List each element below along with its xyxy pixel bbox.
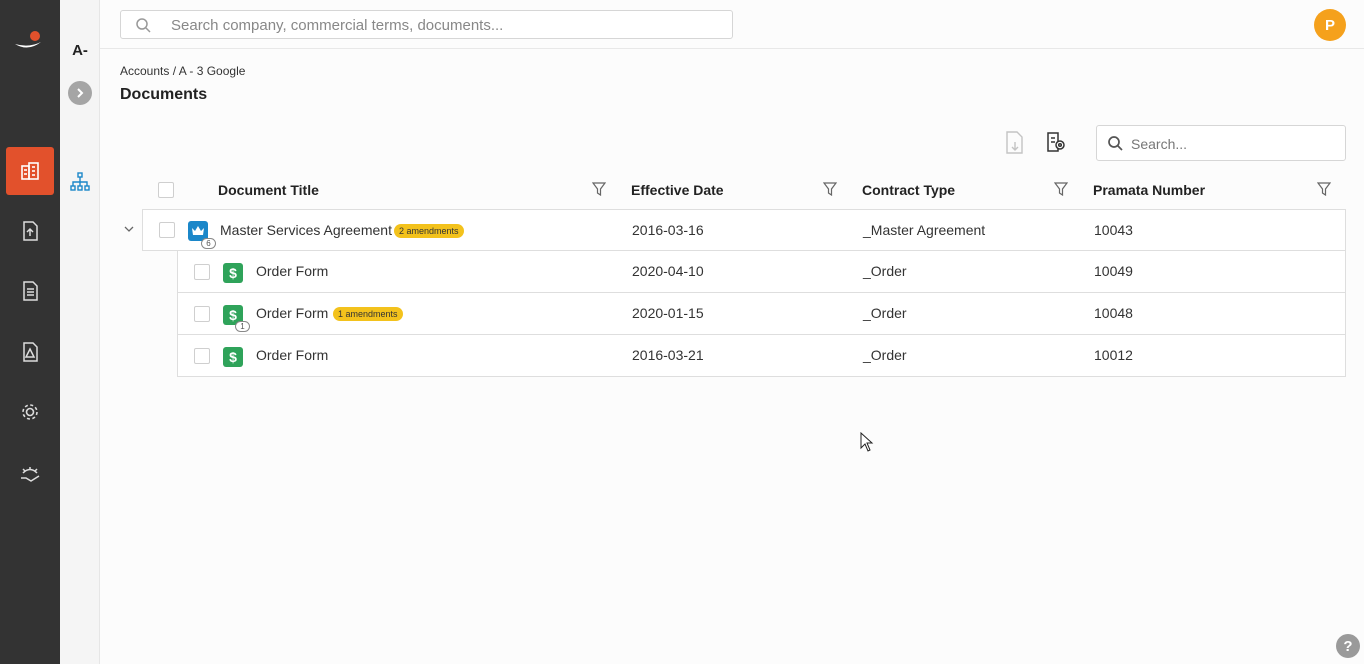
mouse-cursor-icon: [860, 432, 874, 452]
table-row[interactable]: $ Order Form 2020-04-10 _Order 10049: [177, 251, 1346, 293]
alerts-icon[interactable]: [6, 328, 54, 376]
user-avatar[interactable]: P: [1314, 9, 1346, 41]
search-icon: [136, 18, 151, 33]
column-header-date[interactable]: Effective Date: [631, 182, 724, 198]
document-title-link[interactable]: Order Form: [256, 263, 328, 279]
effective-date: 2020-04-10: [632, 263, 704, 279]
handshake-icon[interactable]: [6, 450, 54, 498]
child-count-badge: 6: [201, 238, 216, 249]
contract-type: _Order: [863, 263, 907, 279]
select-all-checkbox[interactable]: [158, 182, 174, 198]
table-row[interactable]: $ 1 Order Form 1 amendments 2020-01-15 _…: [177, 293, 1346, 335]
effective-date: 2016-03-21: [632, 347, 704, 363]
row-checkbox[interactable]: [194, 264, 210, 280]
contract-type: _Order: [863, 347, 907, 363]
column-header-title[interactable]: Document Title: [218, 182, 319, 198]
effective-date: 2020-01-15: [632, 305, 704, 321]
pramata-number: 10048: [1094, 305, 1133, 321]
document-settings-button[interactable]: [1043, 129, 1069, 157]
filter-icon[interactable]: [1054, 182, 1068, 196]
settings-icon[interactable]: [6, 388, 54, 436]
export-pdf-icon: [1006, 131, 1023, 154]
chevron-right-icon: [77, 88, 84, 98]
accounts-icon[interactable]: [6, 147, 54, 195]
top-bar: P: [100, 0, 1364, 49]
logo[interactable]: [13, 30, 43, 52]
table-row[interactable]: 6 Master Services Agreement 2 amendments…: [142, 209, 1346, 251]
account-sub-nav: A-: [60, 0, 100, 664]
left-rail: [0, 0, 60, 664]
table-header: Document Title Effective Date Contract T…: [142, 172, 1346, 210]
column-header-number[interactable]: Pramata Number: [1093, 182, 1205, 198]
page-title: Documents: [120, 86, 208, 103]
contract-type: _Master Agreement: [863, 222, 986, 238]
export-pdf-button[interactable]: [1002, 129, 1028, 157]
filter-icon[interactable]: [1317, 182, 1331, 196]
global-search: [120, 10, 733, 39]
chevron-down-icon[interactable]: [124, 224, 134, 234]
row-checkbox[interactable]: [194, 348, 210, 364]
document-title-link[interactable]: Order Form: [256, 305, 328, 321]
contract-type: _Order: [863, 305, 907, 321]
global-search-input[interactable]: [171, 15, 721, 35]
column-header-type[interactable]: Contract Type: [862, 182, 955, 198]
row-checkbox[interactable]: [194, 306, 210, 322]
document-search-input[interactable]: [1131, 134, 1331, 154]
document-title-link[interactable]: Order Form: [256, 347, 328, 363]
dollar-icon: $: [223, 347, 243, 367]
pramata-number: 10012: [1094, 347, 1133, 363]
child-count-badge: 1: [235, 321, 250, 332]
filter-icon[interactable]: [823, 182, 837, 196]
dollar-icon: $: [223, 263, 243, 283]
effective-date: 2016-03-16: [632, 222, 704, 238]
expand-sidebar-button[interactable]: [68, 81, 92, 105]
document-title-link[interactable]: Master Services Agreement: [220, 222, 392, 238]
upload-document-icon[interactable]: [6, 207, 54, 255]
table-row[interactable]: $ Order Form 2016-03-21 _Order 10012: [177, 335, 1346, 377]
reports-icon[interactable]: [6, 267, 54, 315]
row-checkbox[interactable]: [159, 222, 175, 238]
hierarchy-icon[interactable]: [70, 172, 90, 192]
filter-icon[interactable]: [592, 182, 606, 196]
amendments-badge: 2 amendments: [394, 224, 464, 238]
pramata-number: 10049: [1094, 263, 1133, 279]
breadcrumb[interactable]: Accounts / A - 3 Google: [120, 64, 245, 78]
document-settings-icon: [1047, 132, 1065, 152]
help-icon[interactable]: ?: [1336, 634, 1360, 658]
amendments-badge: 1 amendments: [333, 307, 403, 321]
document-search: [1096, 125, 1346, 161]
pramata-number: 10043: [1094, 222, 1133, 238]
account-short-name: A-: [72, 42, 88, 59]
search-icon: [1108, 136, 1123, 151]
